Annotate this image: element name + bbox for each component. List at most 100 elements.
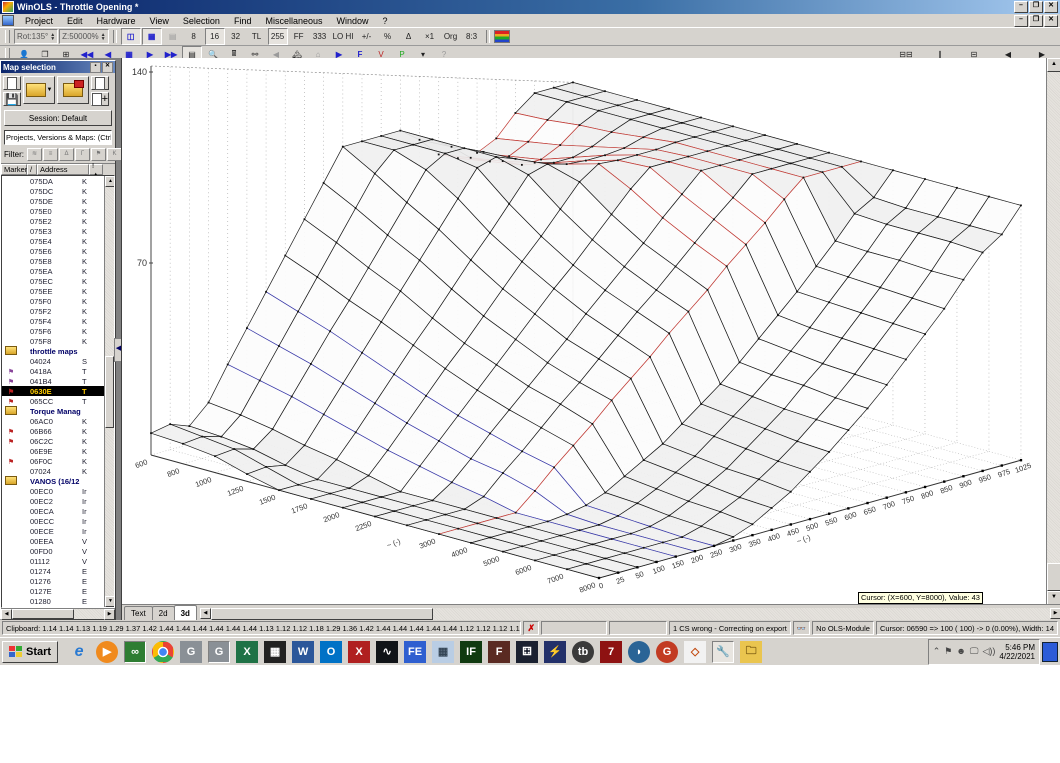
width-8bit-button[interactable]: 8 [184, 28, 204, 45]
tray-volume-icon[interactable]: ◁)) [982, 646, 995, 657]
lightning-icon[interactable]: ⚡ [544, 640, 567, 663]
sign-button[interactable]: +/- [357, 28, 377, 45]
map-list-item[interactable]: ⚑ 06C2C K [2, 436, 104, 446]
menu-hardware[interactable]: Hardware [90, 15, 143, 27]
triple-view-button[interactable]: 333 [310, 28, 330, 45]
map-list-item[interactable]: 075E8 K [2, 256, 104, 266]
color-scale-button[interactable] [493, 30, 510, 43]
chrome-icon[interactable] [152, 641, 174, 663]
wrench-icon[interactable]: 🔧 [712, 640, 735, 663]
map-list-item[interactable]: 075EE K [2, 286, 104, 296]
map-list-item[interactable]: 075E2 K [2, 216, 104, 226]
decimal-view-button[interactable]: 255 [267, 28, 288, 45]
menu-find[interactable]: Find [227, 15, 259, 27]
map-list-item[interactable]: 06E9E K [2, 446, 104, 456]
title-bar[interactable]: WinOLS - Throttle Opening * – ❐ ✕ [0, 0, 1060, 14]
tray-app-icon[interactable]: ☻ [956, 646, 965, 657]
map-list-item[interactable]: 075F6 K [2, 326, 104, 336]
menu-project[interactable]: Project [18, 15, 60, 27]
column-header-[interactable]: ! ▲ [89, 161, 103, 179]
map-list-item[interactable]: 06AC0 K [2, 416, 104, 426]
map-list-item[interactable]: 00FD0 V [2, 546, 104, 556]
original-button[interactable]: Org [441, 28, 461, 45]
chart-scroll-right[interactable]: ▶ [1050, 608, 1060, 619]
daemon-icon[interactable]: 7 [600, 640, 623, 663]
winols-highway-icon[interactable]: ∞ [124, 640, 147, 663]
capture-1-icon[interactable]: G [180, 640, 203, 663]
panel-close-button[interactable]: ✕ [102, 61, 113, 73]
start-button[interactable]: Start [2, 640, 59, 663]
map-list-item[interactable]: 04024 S [2, 356, 104, 366]
map-list-item[interactable]: 01280 E [2, 596, 104, 606]
filter-button-5[interactable]: K [107, 148, 122, 161]
zoom-spinner[interactable]: Z:50000% ▲ ▼ [59, 29, 109, 44]
map-list-item[interactable]: 075E0 K [2, 206, 104, 216]
minimize-button[interactable]: – [1014, 1, 1028, 13]
mdi-restore-button[interactable]: ❐ [1029, 14, 1043, 27]
checksum-button[interactable]: 8:3 [462, 28, 482, 45]
map-list-item[interactable]: 00ECC Ir [2, 516, 104, 526]
map-list-item[interactable]: 00EC0 Ir [2, 486, 104, 496]
map-list-item[interactable]: 075EC K [2, 276, 104, 286]
map-list-item[interactable]: 075F0 K [2, 296, 104, 306]
chart-vertical-scrollbar[interactable]: ▲ ▼ [1046, 58, 1060, 605]
chart-scroll-up[interactable]: ▲ [1047, 58, 1060, 72]
lohi-button[interactable]: LO HI [331, 28, 356, 45]
width-16bit-button[interactable]: 16 [204, 28, 225, 45]
map-list-item[interactable]: 0127E E [2, 586, 104, 596]
map-folder-item[interactable]: Torque Manag [2, 405, 104, 416]
fe-tool-icon[interactable]: FE [404, 640, 427, 663]
toolbar-grip[interactable] [5, 30, 10, 43]
session-button[interactable]: Session: Default [4, 110, 112, 126]
map-list-item[interactable]: 00ECA Ir [2, 506, 104, 516]
map-list-item[interactable]: ⚑ 0418A T [2, 366, 104, 376]
menu-miscellaneous[interactable]: Miscellaneous [258, 15, 329, 27]
map-list-item[interactable]: 075F4 K [2, 316, 104, 326]
map-list-item[interactable]: ⚑ 06B66 K [2, 426, 104, 436]
3d-surface-chart[interactable]: 1407060080010001250150017502000225030004… [122, 58, 1047, 605]
clipboard-clear-icon[interactable]: ✗ [523, 621, 539, 635]
if-tool-icon[interactable]: IF [460, 640, 483, 663]
scroll-right-arrow[interactable]: ▶ [104, 609, 115, 620]
outlook-icon[interactable]: O [320, 640, 343, 663]
target-icon[interactable]: G [656, 640, 679, 663]
factor-button[interactable]: ×1 [420, 28, 440, 45]
open-project-button[interactable]: ▼ [23, 76, 55, 104]
scroll-left-arrow[interactable]: ◀ [1, 609, 12, 620]
percent-button[interactable]: % [378, 28, 398, 45]
text-mode-button[interactable]: TL [247, 28, 267, 45]
filter-button-3[interactable]: Γ [75, 148, 90, 161]
maximize-button[interactable]: ❐ [1029, 1, 1043, 13]
view-2d-button[interactable]: ◫ [120, 28, 141, 45]
folder-icon[interactable]: 🗀 [740, 640, 763, 663]
media-player-icon[interactable]: ▶ [96, 640, 119, 663]
thunderbird-icon[interactable]: ◗ [628, 640, 651, 663]
map-list-item[interactable]: ⚑ 041B4 T [2, 376, 104, 386]
tray-flag-icon[interactable]: ⚑ [944, 646, 952, 657]
menu-window[interactable]: Window [329, 15, 375, 27]
menu-edit[interactable]: Edit [60, 15, 90, 27]
save-version-button[interactable]: 💾 [3, 92, 21, 106]
width-32bit-button[interactable]: 32 [226, 28, 246, 45]
mdi-child-icon[interactable] [2, 15, 14, 26]
scroll-down-arrow[interactable]: ▼ [105, 596, 114, 607]
filter-button-1[interactable]: ≡ [43, 148, 58, 161]
chart-scroll-down[interactable]: ▼ [1047, 591, 1060, 605]
capture-2-icon[interactable]: G [208, 640, 231, 663]
tab-3d[interactable]: 3d [173, 605, 197, 620]
scroll-up-arrow[interactable]: ▲ [105, 176, 114, 187]
map-list-item[interactable]: 01112 V [2, 556, 104, 566]
internet-explorer-icon[interactable]: e [68, 641, 90, 663]
scope-icon[interactable]: ∿ [376, 640, 399, 663]
close-button[interactable]: ✕ [1044, 1, 1058, 13]
tab-2d[interactable]: 2d [151, 606, 175, 620]
tab-text[interactable]: Text [124, 606, 153, 620]
column-header-marker[interactable]: Marker [1, 164, 27, 175]
map-list-item[interactable]: 07024 K [2, 466, 104, 476]
map-list-item[interactable]: 075F8 K [2, 336, 104, 346]
filter-button-0[interactable]: ≋ [27, 148, 42, 161]
mdi-close-button[interactable]: ✕ [1044, 14, 1058, 27]
map-list-item[interactable]: ⚑ 065CC T [2, 396, 104, 406]
chart-horizontal-scrollbar[interactable]: ◀ ▶ [199, 608, 1060, 620]
zoom-spin-arrows[interactable]: ▲ ▼ [101, 32, 106, 41]
